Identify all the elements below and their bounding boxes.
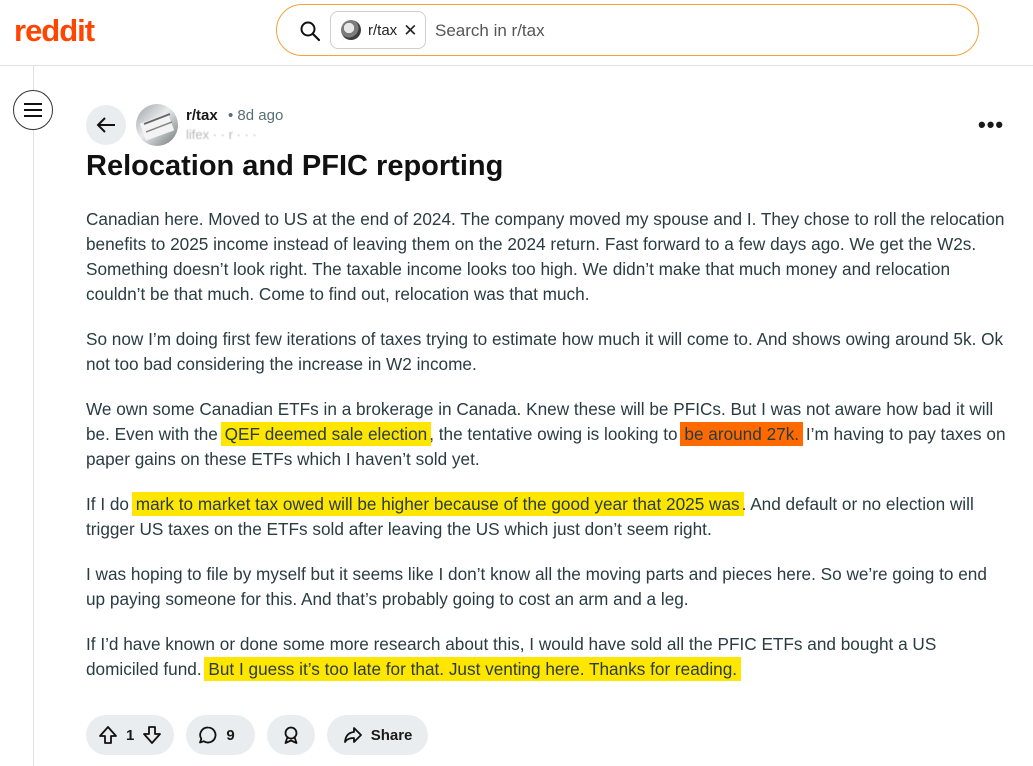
- subreddit-name-link[interactable]: r/tax: [186, 107, 218, 124]
- search-input[interactable]: Search in r/tax: [435, 21, 545, 41]
- subreddit-avatar[interactable]: [136, 104, 178, 146]
- hamburger-icon: [24, 103, 42, 117]
- post-body: Canadian here. Moved to US at the end of…: [86, 207, 1006, 702]
- post-actions: 1 9 Share: [86, 715, 429, 755]
- comment-icon: [199, 726, 217, 744]
- post-title: Relocation and PFIC reporting: [86, 150, 504, 182]
- vote-control: 1: [86, 715, 175, 755]
- post-age: • 8d ago: [228, 107, 284, 124]
- highlight-qef: QEF deemed sale election: [220, 422, 432, 446]
- paragraph-2: So now I’m doing first few iterations of…: [86, 329, 1004, 374]
- subreddit-chip-label: r/tax: [368, 21, 398, 39]
- share-label: Share: [370, 726, 413, 744]
- award-icon: [284, 726, 298, 744]
- subreddit-chip-avatar: [341, 20, 361, 40]
- top-bar: reddit r/tax ✕ Search in r/tax: [0, 0, 1033, 66]
- left-rail-divider: [33, 66, 34, 766]
- more-options-icon[interactable]: •••: [978, 112, 1004, 138]
- menu-button[interactable]: [13, 90, 53, 130]
- paragraph-6: If I’d have known or done some more rese…: [86, 634, 937, 681]
- vote-count: 1: [126, 726, 135, 744]
- paragraph-4: If I do mark to market tax owed will be …: [86, 492, 974, 539]
- user-flair: lifex · · r · · ·: [186, 127, 257, 142]
- share-button[interactable]: Share: [326, 715, 429, 755]
- highlight-27k: be around 27k.: [680, 422, 804, 446]
- chip-close-icon[interactable]: ✕: [403, 22, 417, 39]
- arrow-left-icon: [96, 117, 115, 133]
- share-icon: [343, 727, 362, 743]
- reddit-logo[interactable]: reddit: [14, 13, 95, 49]
- comment-count: 9: [226, 726, 235, 744]
- search-bar[interactable]: r/tax ✕ Search in r/tax: [276, 4, 979, 56]
- search-icon: [300, 21, 321, 42]
- highlight-mark-to-market: mark to market tax owed will be higher b…: [131, 492, 744, 516]
- paragraph-3: We own some Canadian ETFs in a brokerage…: [86, 399, 1006, 469]
- paragraph-5: I was hoping to file by myself but it se…: [86, 564, 987, 609]
- subreddit-search-chip[interactable]: r/tax ✕: [330, 11, 426, 49]
- back-button[interactable]: [86, 105, 126, 145]
- award-button[interactable]: [266, 715, 315, 755]
- upvote-icon[interactable]: [98, 725, 118, 745]
- downvote-icon[interactable]: [142, 725, 162, 745]
- highlight-venting: But I guess it’s too late for that. Just…: [204, 657, 742, 681]
- paragraph-1: Canadian here. Moved to US at the end of…: [86, 209, 1005, 304]
- comments-button[interactable]: 9: [186, 715, 255, 755]
